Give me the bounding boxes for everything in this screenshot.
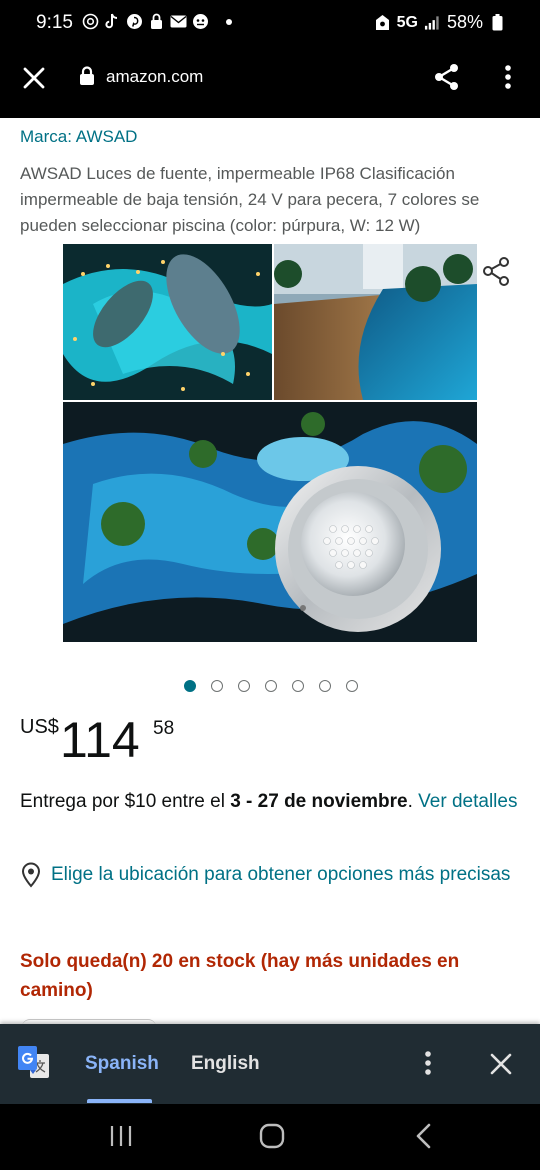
carousel-dot[interactable] bbox=[265, 680, 277, 692]
back-button[interactable] bbox=[413, 1123, 435, 1154]
price-fraction: 58 bbox=[153, 718, 175, 739]
delivery-details-link[interactable]: Ver detalles bbox=[418, 791, 517, 812]
close-icon bbox=[23, 67, 45, 89]
tab-spanish[interactable]: Spanish bbox=[85, 1053, 159, 1075]
status-time: 9:15 bbox=[36, 12, 73, 33]
game-icon bbox=[192, 13, 209, 30]
more-vert-icon bbox=[425, 1051, 431, 1075]
browser-toolbar: amazon.com bbox=[0, 48, 540, 118]
share-button[interactable] bbox=[432, 62, 462, 92]
price-currency: US$ bbox=[20, 716, 59, 738]
status-right: 5G 58% bbox=[374, 12, 506, 33]
product-title: AWSAD Luces de fuente, impermeable IP68 … bbox=[20, 164, 480, 235]
translate-bar: Spanish English bbox=[0, 1024, 540, 1104]
home-button[interactable] bbox=[259, 1123, 285, 1154]
tiktok-icon bbox=[104, 13, 121, 30]
system-nav-bar bbox=[0, 1104, 540, 1170]
browser-menu-button[interactable] bbox=[494, 62, 522, 92]
brand-link[interactable]: Marca: AWSAD bbox=[20, 127, 137, 147]
url-text[interactable]: amazon.com bbox=[106, 67, 203, 87]
more-notifications-dot bbox=[226, 18, 232, 25]
carousel-dot[interactable] bbox=[211, 680, 223, 692]
lock-icon[interactable] bbox=[79, 66, 95, 91]
lock-status-icon bbox=[148, 13, 165, 30]
tab-english[interactable]: English bbox=[191, 1053, 260, 1075]
close-icon bbox=[490, 1053, 512, 1075]
product-image[interactable] bbox=[63, 244, 477, 642]
delivery-dates: 3 - 27 de noviembre bbox=[230, 791, 408, 812]
google-translate-icon[interactable] bbox=[18, 1046, 50, 1080]
active-tab-indicator bbox=[87, 1099, 152, 1103]
location-link[interactable]: Elige la ubicación para obtener opciones… bbox=[51, 860, 521, 889]
recents-button[interactable] bbox=[109, 1124, 133, 1153]
carousel-dot[interactable] bbox=[184, 680, 196, 692]
close-tab-button[interactable] bbox=[20, 64, 48, 92]
home-icon bbox=[259, 1123, 285, 1149]
more-vert-icon bbox=[505, 65, 511, 89]
share-icon bbox=[435, 64, 458, 90]
pinterest-icon bbox=[126, 13, 143, 30]
price-whole: 114 bbox=[60, 712, 140, 768]
battery-percent: 58% bbox=[446, 12, 483, 32]
delivery-info: Entrega por $10 entre el 3 - 27 de novie… bbox=[20, 787, 520, 816]
location-pin-icon bbox=[20, 862, 42, 893]
notification-icons bbox=[82, 13, 232, 30]
image-share-button[interactable] bbox=[480, 254, 514, 288]
back-icon bbox=[416, 1123, 431, 1149]
carousel-dot[interactable] bbox=[238, 680, 250, 692]
delivery-suffix: . bbox=[407, 791, 419, 812]
carousel-dot[interactable] bbox=[346, 680, 358, 692]
translate-menu-button[interactable] bbox=[414, 1048, 442, 1078]
image-carousel-dots bbox=[184, 680, 358, 692]
share-icon bbox=[483, 257, 509, 286]
translate-close-button[interactable] bbox=[487, 1050, 515, 1078]
signal-icon bbox=[424, 14, 441, 31]
battery-icon bbox=[489, 14, 506, 31]
alarm-icon bbox=[374, 14, 391, 31]
mail-icon bbox=[170, 13, 187, 30]
carousel-dot[interactable] bbox=[292, 680, 304, 692]
carousel-dot[interactable] bbox=[319, 680, 331, 692]
at-sign-icon bbox=[82, 13, 99, 30]
recents-icon bbox=[110, 1126, 132, 1146]
network-type: 5G bbox=[396, 13, 418, 31]
stock-status: Solo queda(n) 20 en stock (hay más unida… bbox=[20, 951, 460, 1001]
status-bar: 9:15 5G 58% bbox=[0, 0, 540, 48]
delivery-prefix: Entrega por $10 entre el bbox=[20, 791, 231, 812]
